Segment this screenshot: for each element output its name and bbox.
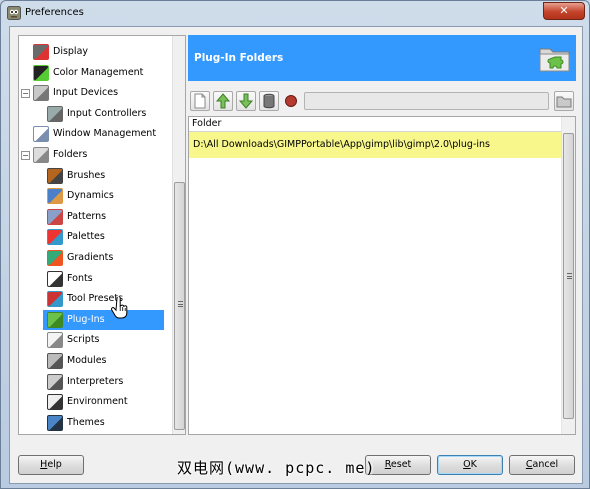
gradients-icon bbox=[47, 250, 63, 266]
browse-folder-icon bbox=[556, 96, 572, 108]
sidebar-item-label: Display bbox=[53, 46, 89, 57]
move-up-icon bbox=[215, 93, 231, 109]
sidebar-item-fonts[interactable]: Fonts bbox=[19, 269, 164, 289]
record-button[interactable] bbox=[282, 91, 302, 111]
close-icon: ✕ bbox=[559, 4, 569, 17]
help-button[interactable]: Help bbox=[18, 455, 84, 475]
sidebar-item-interpreters[interactable]: Interpreters bbox=[19, 372, 164, 392]
brushes-icon bbox=[47, 167, 63, 184]
tool-presets-icon bbox=[47, 291, 63, 308]
tree-expander-icon[interactable]: − bbox=[21, 151, 30, 160]
folder-column-header[interactable]: Folder bbox=[189, 117, 561, 132]
new-folder-icon bbox=[194, 93, 206, 109]
interpreters-icon bbox=[47, 373, 63, 390]
sidebar-item-label: Color Management bbox=[53, 66, 144, 78]
gimp-app-icon bbox=[7, 6, 21, 20]
browse-folder-button[interactable] bbox=[554, 91, 574, 111]
display-icon bbox=[33, 44, 49, 60]
watermark-text: 双电网(www. pcpc. me) bbox=[177, 459, 376, 477]
color-management-icon bbox=[33, 64, 49, 81]
sidebar-item-label: Scripts bbox=[67, 334, 100, 346]
dialog-body: Themes Environment Interpreters Modules Scri… bbox=[9, 26, 583, 484]
sidebar-item-display[interactable]: Display bbox=[19, 42, 164, 62]
sidebar-item-themes[interactable]: Themes bbox=[19, 413, 164, 433]
sidebar-item-color-management[interactable]: Color Management bbox=[19, 63, 164, 83]
scripts-icon bbox=[47, 332, 63, 349]
ok-button[interactable]: OK bbox=[437, 455, 503, 475]
fonts-icon bbox=[47, 270, 63, 287]
sidebar-item-scripts[interactable]: Scripts bbox=[19, 330, 164, 350]
folder-list: Folder D:\All Downloads\GIMPPortable\App… bbox=[188, 116, 576, 435]
folder-row[interactable]: D:\All Downloads\GIMPPortable\App\gimp\l… bbox=[189, 132, 561, 158]
themes-icon bbox=[47, 414, 63, 431]
cancel-button[interactable]: Cancel bbox=[509, 455, 575, 475]
sidebar-item-label: Patterns bbox=[67, 210, 107, 222]
plug-in-folder-icon bbox=[539, 48, 570, 72]
sidebar-item-input-controllers[interactable]: Input Controllers bbox=[19, 104, 164, 124]
sidebar-item-label: Input Devices bbox=[53, 87, 119, 99]
record-icon bbox=[285, 95, 297, 107]
sidebar-item-gradients[interactable]: Gradients bbox=[19, 248, 164, 268]
modules-icon bbox=[47, 353, 63, 369]
sidebar-item-label: Brushes bbox=[67, 169, 106, 181]
tree-scrollbar-thumb[interactable] bbox=[174, 182, 185, 430]
preferences-window: Preferences ✕ Themes Environment Interpret… bbox=[0, 0, 590, 489]
sidebar-item-label: Interpreters bbox=[67, 375, 124, 387]
folder-list-scrollbar-thumb[interactable] bbox=[563, 133, 574, 419]
patterns-icon bbox=[47, 208, 63, 225]
sidebar-item-input-devices[interactable]: − Input Devices bbox=[19, 83, 164, 103]
page-header: Plug-In Folders bbox=[188, 35, 576, 81]
sidebar-item-brushes[interactable]: Brushes bbox=[19, 166, 164, 186]
folder-list-scrollbar[interactable] bbox=[561, 117, 575, 434]
sidebar-item-label: Folders bbox=[53, 149, 88, 160]
sidebar-item-label: Gradients bbox=[67, 252, 114, 263]
sidebar-item-window-management[interactable]: Window Management bbox=[19, 124, 164, 144]
page-title: Plug-In Folders bbox=[194, 52, 284, 64]
environment-icon bbox=[47, 394, 63, 411]
move-up-button[interactable] bbox=[213, 91, 233, 111]
sidebar-item-label: Input Controllers bbox=[67, 107, 147, 119]
sidebar-item-label: Palettes bbox=[67, 231, 105, 243]
plug-ins-icon bbox=[47, 311, 63, 328]
new-folder-button[interactable] bbox=[190, 91, 210, 111]
window-title: Preferences bbox=[25, 7, 84, 18]
sidebar-item-label: Environment bbox=[67, 396, 128, 408]
delete-icon bbox=[263, 93, 275, 109]
sidebar-item-plug-ins[interactable]: Plug-Ins bbox=[43, 309, 164, 330]
sidebar-item-label: Modules bbox=[67, 355, 107, 366]
delete-button[interactable] bbox=[259, 91, 279, 111]
sidebar-item-dynamics[interactable]: Dynamics bbox=[19, 186, 164, 206]
sidebar-item-label: Dynamics bbox=[67, 190, 114, 202]
title-bar[interactable]: Preferences ✕ bbox=[1, 1, 589, 25]
sidebar-item-folders[interactable]: − Folders bbox=[19, 145, 164, 165]
folders-icon bbox=[33, 147, 49, 163]
folder-path-input[interactable] bbox=[304, 92, 549, 110]
hand-cursor-icon bbox=[111, 297, 128, 319]
sidebar-item-patterns[interactable]: Patterns bbox=[19, 207, 164, 227]
sidebar-item-environment[interactable]: Environment bbox=[19, 392, 164, 412]
folder-toolbar bbox=[188, 89, 576, 113]
sidebar-item-label: Fonts bbox=[67, 272, 93, 284]
palettes-icon bbox=[47, 229, 63, 246]
move-down-icon bbox=[238, 93, 254, 109]
sidebar-item-tool-presets[interactable]: Tool Presets bbox=[19, 289, 164, 309]
move-down-button[interactable] bbox=[236, 91, 256, 111]
category-tree: Themes Environment Interpreters Modules Scri… bbox=[18, 35, 186, 435]
close-button[interactable]: ✕ bbox=[543, 2, 585, 20]
tree-scrollbar[interactable] bbox=[172, 36, 185, 434]
sidebar-item-palettes[interactable]: Palettes bbox=[19, 227, 164, 247]
sidebar-item-label: Plug-Ins bbox=[67, 313, 105, 325]
sidebar-item-label: Themes bbox=[67, 416, 105, 428]
dynamics-icon bbox=[47, 188, 63, 205]
input-devices-icon bbox=[33, 85, 49, 102]
window-management-icon bbox=[33, 126, 49, 143]
sidebar-item-label: Window Management bbox=[53, 128, 157, 140]
input-controllers-icon bbox=[47, 105, 63, 122]
sidebar-item-modules[interactable]: Modules bbox=[19, 351, 164, 371]
tree-expander-icon[interactable]: − bbox=[21, 89, 30, 99]
